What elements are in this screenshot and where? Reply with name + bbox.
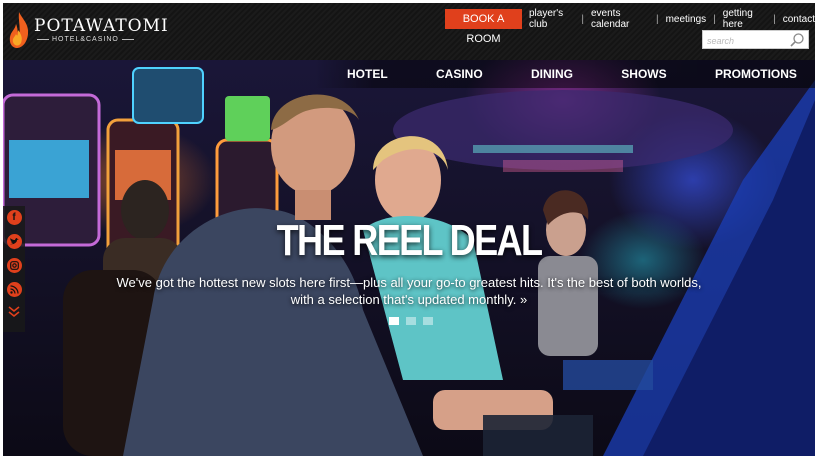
slide-indicators: [389, 317, 440, 325]
slide-dot-2[interactable]: [406, 317, 416, 325]
players-club-link[interactable]: player's club: [529, 8, 574, 30]
search-box: [702, 30, 809, 50]
site-header: POTAWATOMI HOTEL&CASINO BOOK A ROOM play…: [3, 3, 815, 60]
contact-link[interactable]: contact: [783, 14, 815, 25]
twitter-icon[interactable]: [6, 234, 22, 249]
chevron-down-icon[interactable]: [7, 306, 21, 318]
search-icon[interactable]: [789, 32, 805, 48]
rss-icon[interactable]: [6, 282, 22, 297]
flame-icon: [9, 12, 29, 48]
getting-here-link[interactable]: getting here: [723, 8, 766, 30]
hero-banner[interactable]: HOTEL CASINO DINING SHOWS PROMOTIONS THE…: [3, 60, 815, 456]
utility-nav: player's club | events calendar | meetin…: [529, 8, 815, 30]
slide-dot-1[interactable]: [389, 317, 399, 325]
read-more-link[interactable]: »: [516, 292, 527, 307]
events-calendar-link[interactable]: events calendar: [591, 8, 649, 30]
facebook-icon[interactable]: f: [6, 210, 22, 225]
hero-description-line2: with a selection that's updated monthly.: [290, 292, 517, 307]
meetings-link[interactable]: meetings: [666, 14, 707, 25]
search-input[interactable]: [703, 32, 791, 50]
hero-description-line1: We've got the hottest new slots here fir…: [116, 275, 702, 290]
nav-dining[interactable]: DINING: [531, 67, 573, 81]
slide-dot-3[interactable]: [423, 317, 433, 325]
nav-promotions[interactable]: PROMOTIONS: [715, 67, 797, 81]
book-a-room-button[interactable]: BOOK A ROOM: [445, 9, 522, 45]
logo[interactable]: POTAWATOMI HOTEL&CASINO: [7, 10, 169, 50]
browser-viewport: POTAWATOMI HOTEL&CASINO BOOK A ROOM play…: [3, 3, 815, 456]
main-nav: HOTEL CASINO DINING SHOWS PROMOTIONS: [315, 60, 815, 88]
brand-name: POTAWATOMI: [34, 16, 169, 36]
instagram-icon[interactable]: [6, 258, 22, 273]
nav-shows[interactable]: SHOWS: [621, 67, 666, 81]
nav-casino[interactable]: CASINO: [436, 67, 483, 81]
hero-headline: THE REEL DEAL: [276, 216, 543, 265]
nav-hotel[interactable]: HOTEL: [347, 67, 388, 81]
brand-subtitle: HOTEL&CASINO: [52, 36, 119, 43]
social-rail: f: [3, 206, 25, 332]
